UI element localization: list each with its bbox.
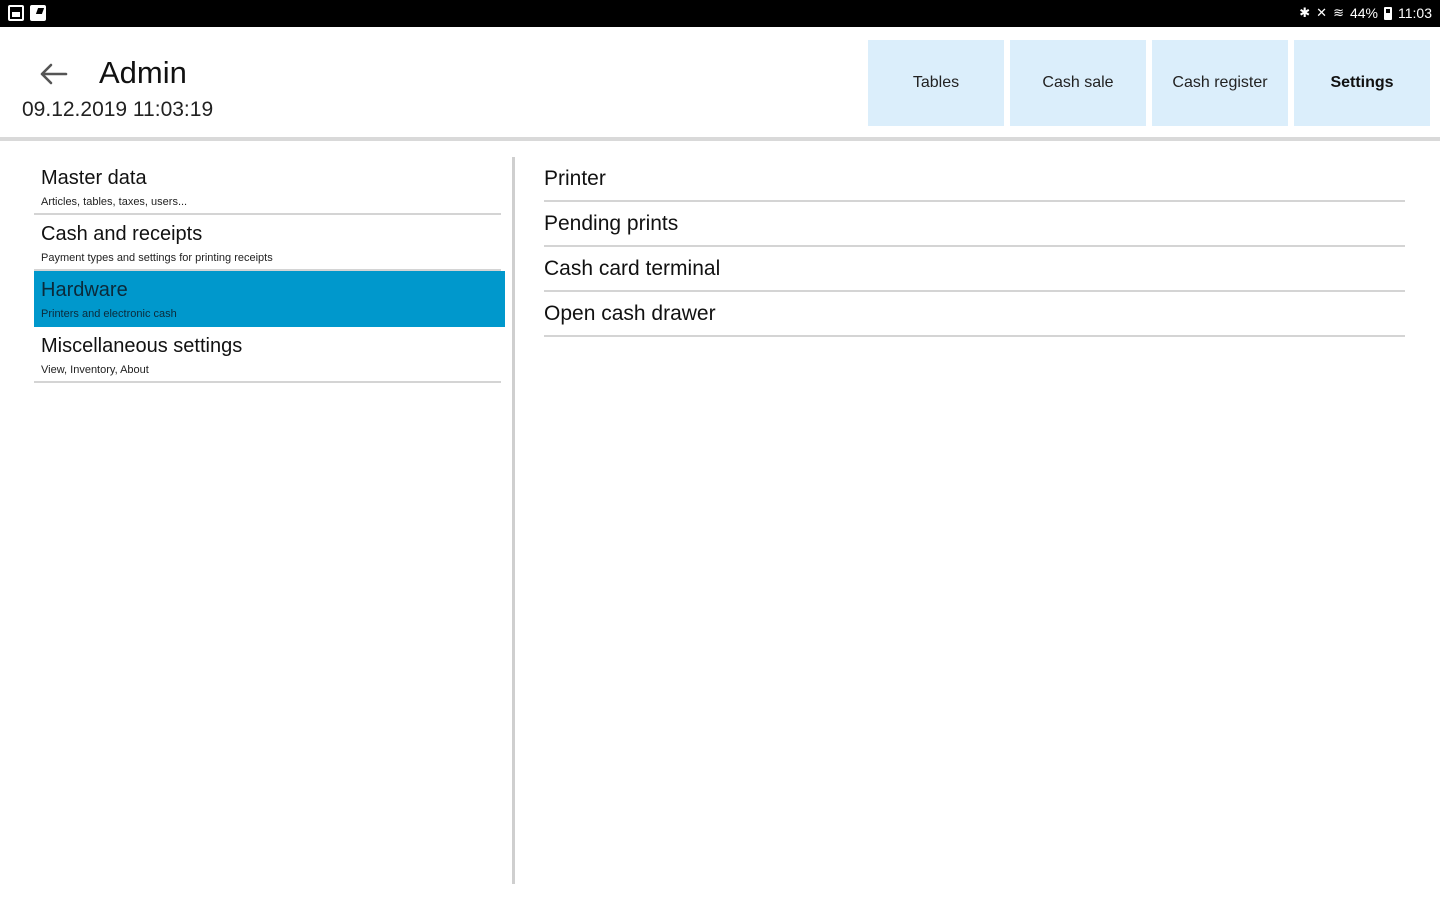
category-subtitle: Printers and electronic cash <box>41 308 177 320</box>
top-nav-tabs: Tables Cash sale Cash register Settings <box>868 40 1430 126</box>
status-bar-right: ✱ ✕ ≋ 44% 11:03 <box>1299 4 1432 22</box>
battery-icon <box>1384 6 1392 20</box>
tab-settings[interactable]: Settings <box>1294 40 1430 126</box>
setting-label: Printer <box>544 167 606 190</box>
category-title: Hardware <box>41 279 128 301</box>
category-master-data[interactable]: Master data Articles, tables, taxes, use… <box>34 159 501 215</box>
hardware-settings-list: Printer Pending prints Cash card termina… <box>544 157 1405 337</box>
status-bar: ✱ ✕ ≋ 44% 11:03 <box>0 0 1440 27</box>
app-header: Admin 09.12.2019 11:03:19 Tables Cash sa… <box>0 27 1440 137</box>
setting-label: Cash card terminal <box>544 257 721 280</box>
category-title: Miscellaneous settings <box>41 335 243 357</box>
note-icon <box>30 5 46 21</box>
status-bar-left <box>8 5 46 21</box>
bluetooth-icon: ✱ <box>1299 5 1311 20</box>
page-title: Admin <box>99 55 187 90</box>
pane-divider <box>512 157 515 884</box>
status-time: 11:03 <box>1398 5 1432 21</box>
tab-cash-sale[interactable]: Cash sale <box>1010 40 1146 126</box>
back-button[interactable] <box>30 54 76 94</box>
category-title: Cash and receipts <box>41 223 203 245</box>
category-title: Master data <box>41 167 147 189</box>
settings-category-list: Master data Articles, tables, taxes, use… <box>34 159 505 383</box>
category-subtitle: Payment types and settings for printing … <box>41 252 273 264</box>
category-subtitle: Articles, tables, taxes, users... <box>41 196 188 208</box>
arrow-left-icon <box>40 63 68 85</box>
setting-printer[interactable]: Printer <box>544 157 1405 202</box>
category-subtitle: View, Inventory, About <box>41 364 149 376</box>
tab-cash-register[interactable]: Cash register <box>1152 40 1288 126</box>
battery-percent: 44% <box>1349 5 1378 21</box>
tab-tables[interactable]: Tables <box>868 40 1004 126</box>
category-miscellaneous-settings[interactable]: Miscellaneous settings View, Inventory, … <box>34 327 501 383</box>
setting-label: Open cash drawer <box>544 302 716 325</box>
category-cash-and-receipts[interactable]: Cash and receipts Payment types and sett… <box>34 215 501 271</box>
setting-label: Pending prints <box>544 212 679 235</box>
setting-pending-prints[interactable]: Pending prints <box>544 202 1405 247</box>
category-hardware[interactable]: Hardware Printers and electronic cash <box>34 271 505 327</box>
setting-cash-card-terminal[interactable]: Cash card terminal <box>544 247 1405 292</box>
header-divider <box>0 137 1440 141</box>
setting-open-cash-drawer[interactable]: Open cash drawer <box>544 292 1405 337</box>
image-icon <box>8 5 24 21</box>
mute-icon: ✕ <box>1316 5 1328 20</box>
datetime-label: 09.12.2019 11:03:19 <box>22 98 214 121</box>
wifi-icon: ≋ <box>1333 5 1344 20</box>
